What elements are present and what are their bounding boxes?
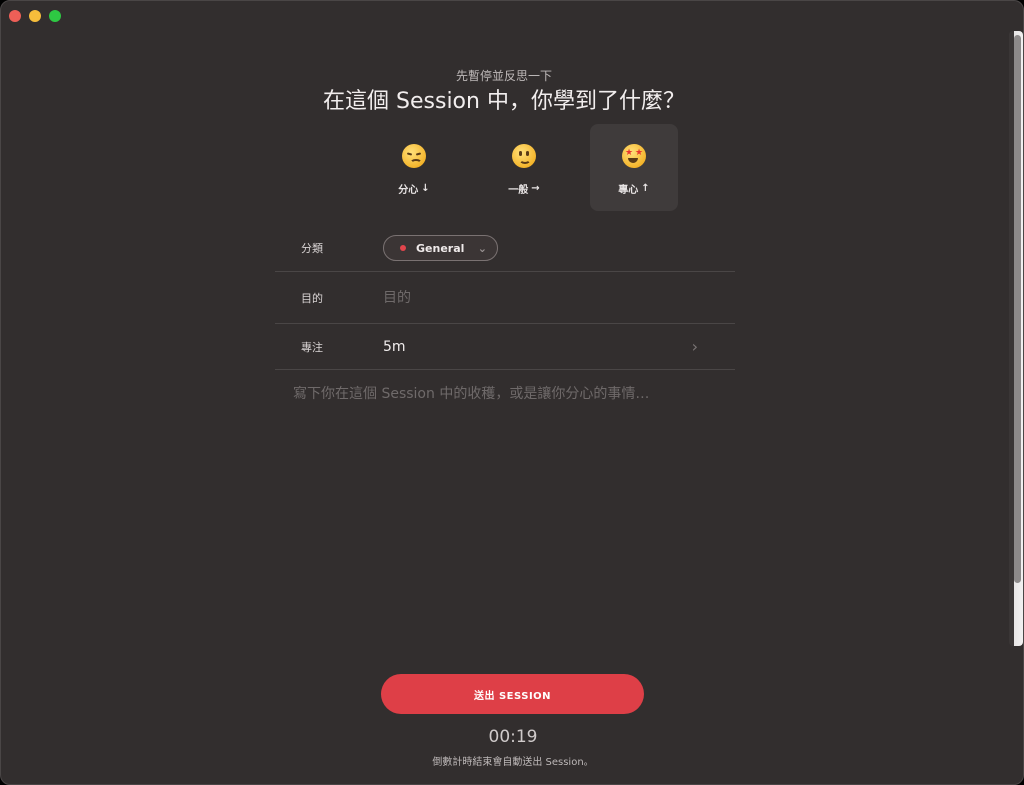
session-form: 分類 General ⌄ 目的 專注 5m › <box>275 225 735 370</box>
category-dropdown[interactable]: General ⌄ <box>383 235 498 261</box>
notes-textarea[interactable] <box>291 381 715 645</box>
submit-session-button[interactable]: 送出 SESSION <box>381 674 644 714</box>
star-struck-face-icon: ★ ★ <box>622 144 646 172</box>
goal-row: 目的 <box>275 272 735 324</box>
pensive-face-icon <box>402 144 426 172</box>
mood-label-focused: 專心 <box>618 185 639 196</box>
arrow-right-icon: → <box>531 183 540 194</box>
reflection-subtitle: 先暫停並反思一下 <box>455 69 552 83</box>
mood-selector: 分心 ↓ 一般 → ★ ★ 專心 ↑ <box>370 124 678 211</box>
app-window: 先暫停並反思一下 在這個 Session 中，你學到了什麼？ 分心 ↓ 一般 →… <box>0 0 1024 785</box>
slightly-smiling-face-icon <box>512 144 536 172</box>
category-row: 分類 General ⌄ <box>275 225 735 272</box>
focus-row[interactable]: 專注 5m › <box>275 324 735 370</box>
scrollbar-thumb[interactable] <box>1014 35 1021 583</box>
close-window-button[interactable] <box>9 10 21 22</box>
mood-option-neutral[interactable]: 一般 → <box>480 124 568 211</box>
minimize-window-button[interactable] <box>29 10 41 22</box>
mood-label-neutral: 一般 <box>508 185 529 196</box>
arrow-up-icon: ↑ <box>641 183 650 194</box>
auto-submit-note: 倒數計時結束會自動送出 Session。 <box>432 757 594 768</box>
category-value: General <box>416 241 465 255</box>
category-label: 分類 <box>301 242 323 255</box>
focus-label: 專注 <box>301 340 323 354</box>
mood-option-distracted[interactable]: 分心 ↓ <box>370 124 458 211</box>
countdown-timer: 00:19 <box>488 727 538 747</box>
chevron-down-icon: ⌄ <box>477 241 487 255</box>
mood-label-distracted: 分心 <box>398 185 419 196</box>
category-color-dot <box>400 245 406 251</box>
window-controls <box>9 10 61 22</box>
goal-input[interactable] <box>383 289 683 306</box>
goal-label: 目的 <box>301 291 323 305</box>
page-title: 在這個 Session 中，你學到了什麼？ <box>323 89 685 114</box>
mood-option-focused[interactable]: ★ ★ 專心 ↑ <box>590 124 678 211</box>
maximize-window-button[interactable] <box>49 10 61 22</box>
arrow-down-icon: ↓ <box>421 183 430 194</box>
chevron-right-icon[interactable]: › <box>692 337 698 356</box>
focus-duration-value: 5m <box>383 338 406 355</box>
